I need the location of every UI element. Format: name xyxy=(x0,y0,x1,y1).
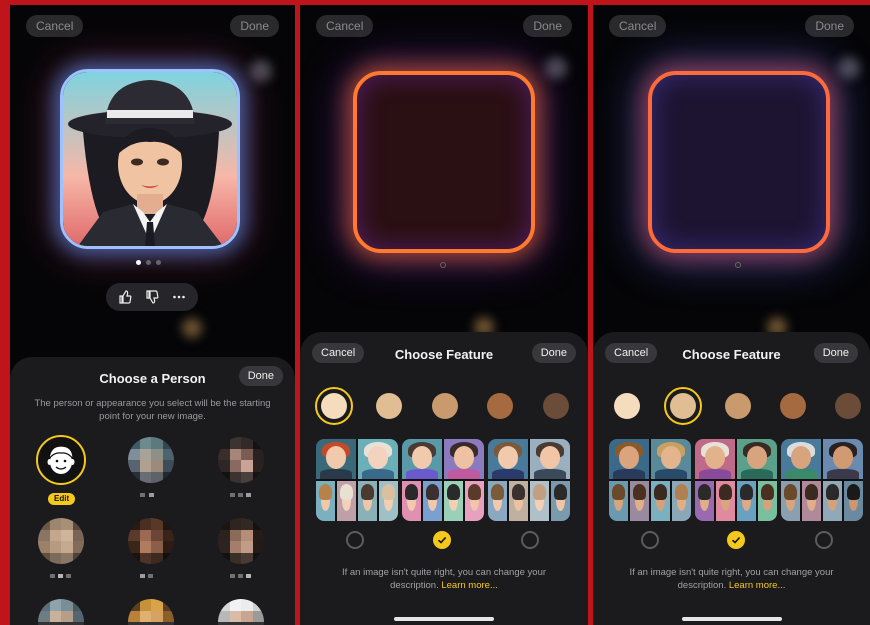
person-avatar-pixelated[interactable] xyxy=(38,518,84,564)
page-dot xyxy=(146,260,151,265)
skin-tone-option-3[interactable] xyxy=(432,393,458,419)
edit-avatar-button[interactable] xyxy=(36,435,86,485)
sheet-done-button[interactable]: Done xyxy=(238,366,283,386)
generating-image-placeholder xyxy=(648,71,830,253)
memoji-face-icon xyxy=(47,445,75,474)
person-name-redacted xyxy=(50,574,74,578)
feature-option-2[interactable] xyxy=(402,439,484,521)
screen-choose-person: Cancel Done Choose a Person Done The per… xyxy=(10,5,295,625)
feature-radio-1[interactable] xyxy=(641,531,659,549)
home-indicator[interactable] xyxy=(394,617,494,621)
cancel-button[interactable]: Cancel xyxy=(609,15,667,37)
feature-option-2[interactable] xyxy=(695,439,777,521)
generated-portrait-image[interactable] xyxy=(60,69,240,249)
skin-tone-option-4[interactable] xyxy=(780,393,806,419)
background-bokeh xyxy=(182,318,202,338)
person-avatar-pixelated[interactable] xyxy=(128,437,174,483)
skin-tone-option-2[interactable] xyxy=(664,387,702,425)
skin-tone-option-5[interactable] xyxy=(543,393,569,419)
loading-spinner-icon xyxy=(440,262,446,268)
person-avatar-pixelated[interactable] xyxy=(218,437,264,483)
skin-tone-option-1[interactable] xyxy=(614,393,640,419)
person-avatar-pixelated[interactable] xyxy=(218,518,264,564)
person-name-redacted xyxy=(140,574,162,578)
footnote: If an image isn't quite right, you can c… xyxy=(611,566,852,592)
skin-tone-option-5[interactable] xyxy=(835,393,861,419)
checkmark-icon xyxy=(437,536,447,544)
feature-radio-3[interactable] xyxy=(521,531,539,549)
sheet-done-button[interactable]: Done xyxy=(813,343,858,363)
done-button[interactable]: Done xyxy=(230,15,279,37)
feature-option-1[interactable] xyxy=(316,439,398,521)
feature-radio-2-selected[interactable] xyxy=(727,531,745,549)
feedback-bar xyxy=(106,283,198,311)
generating-image-placeholder xyxy=(353,71,535,253)
page-dot xyxy=(156,260,161,265)
skin-tone-option-2[interactable] xyxy=(376,393,402,419)
choose-person-sheet: Choose a Person Done The person or appea… xyxy=(10,357,295,625)
person-name-redacted xyxy=(140,493,160,497)
cancel-button[interactable]: Cancel xyxy=(316,15,374,37)
home-indicator[interactable] xyxy=(681,617,782,621)
person-name-redacted xyxy=(230,493,254,497)
feature-radio-2-selected[interactable] xyxy=(433,531,451,549)
loading-spinner-icon xyxy=(735,262,741,268)
thumbs-down-icon[interactable] xyxy=(145,290,159,304)
sheet-done-button[interactable]: Done xyxy=(531,343,576,363)
learn-more-link[interactable]: Learn more... xyxy=(729,580,786,591)
done-button[interactable]: Done xyxy=(523,15,572,37)
person-name-redacted xyxy=(230,574,254,578)
background-bokeh xyxy=(250,60,272,82)
footnote: If an image isn't quite right, you can c… xyxy=(318,566,570,592)
background-bokeh xyxy=(838,57,860,79)
screen-choose-feature-medium: Cancel Done Cancel Choose Feature Done I… xyxy=(593,5,870,625)
feature-radio-3[interactable] xyxy=(815,531,833,549)
edit-badge: Edit xyxy=(48,493,76,505)
screen-choose-feature-light: Cancel Done Cancel Choose Feature Done I… xyxy=(300,5,588,625)
skin-tone-option-3[interactable] xyxy=(725,393,751,419)
person-avatar-pixelated[interactable] xyxy=(128,518,174,564)
page-indicator[interactable] xyxy=(136,260,161,265)
portrait-illustration xyxy=(63,72,237,246)
more-icon[interactable] xyxy=(172,290,186,304)
feature-option-3[interactable] xyxy=(488,439,570,521)
feature-radio-1[interactable] xyxy=(346,531,364,549)
feature-option-3[interactable] xyxy=(781,439,863,521)
cancel-button[interactable]: Cancel xyxy=(26,15,84,37)
skin-tone-option-4[interactable] xyxy=(487,393,513,419)
checkmark-icon xyxy=(731,536,741,544)
feature-option-1[interactable] xyxy=(609,439,691,521)
learn-more-link[interactable]: Learn more... xyxy=(441,580,498,591)
background-bokeh xyxy=(545,57,567,79)
thumbs-up-icon[interactable] xyxy=(118,290,132,304)
done-button[interactable]: Done xyxy=(805,15,854,37)
sheet-description: The person or appearance you select will… xyxy=(34,398,271,422)
page-dot-active xyxy=(136,260,141,265)
skin-tone-option-1[interactable] xyxy=(315,387,353,425)
